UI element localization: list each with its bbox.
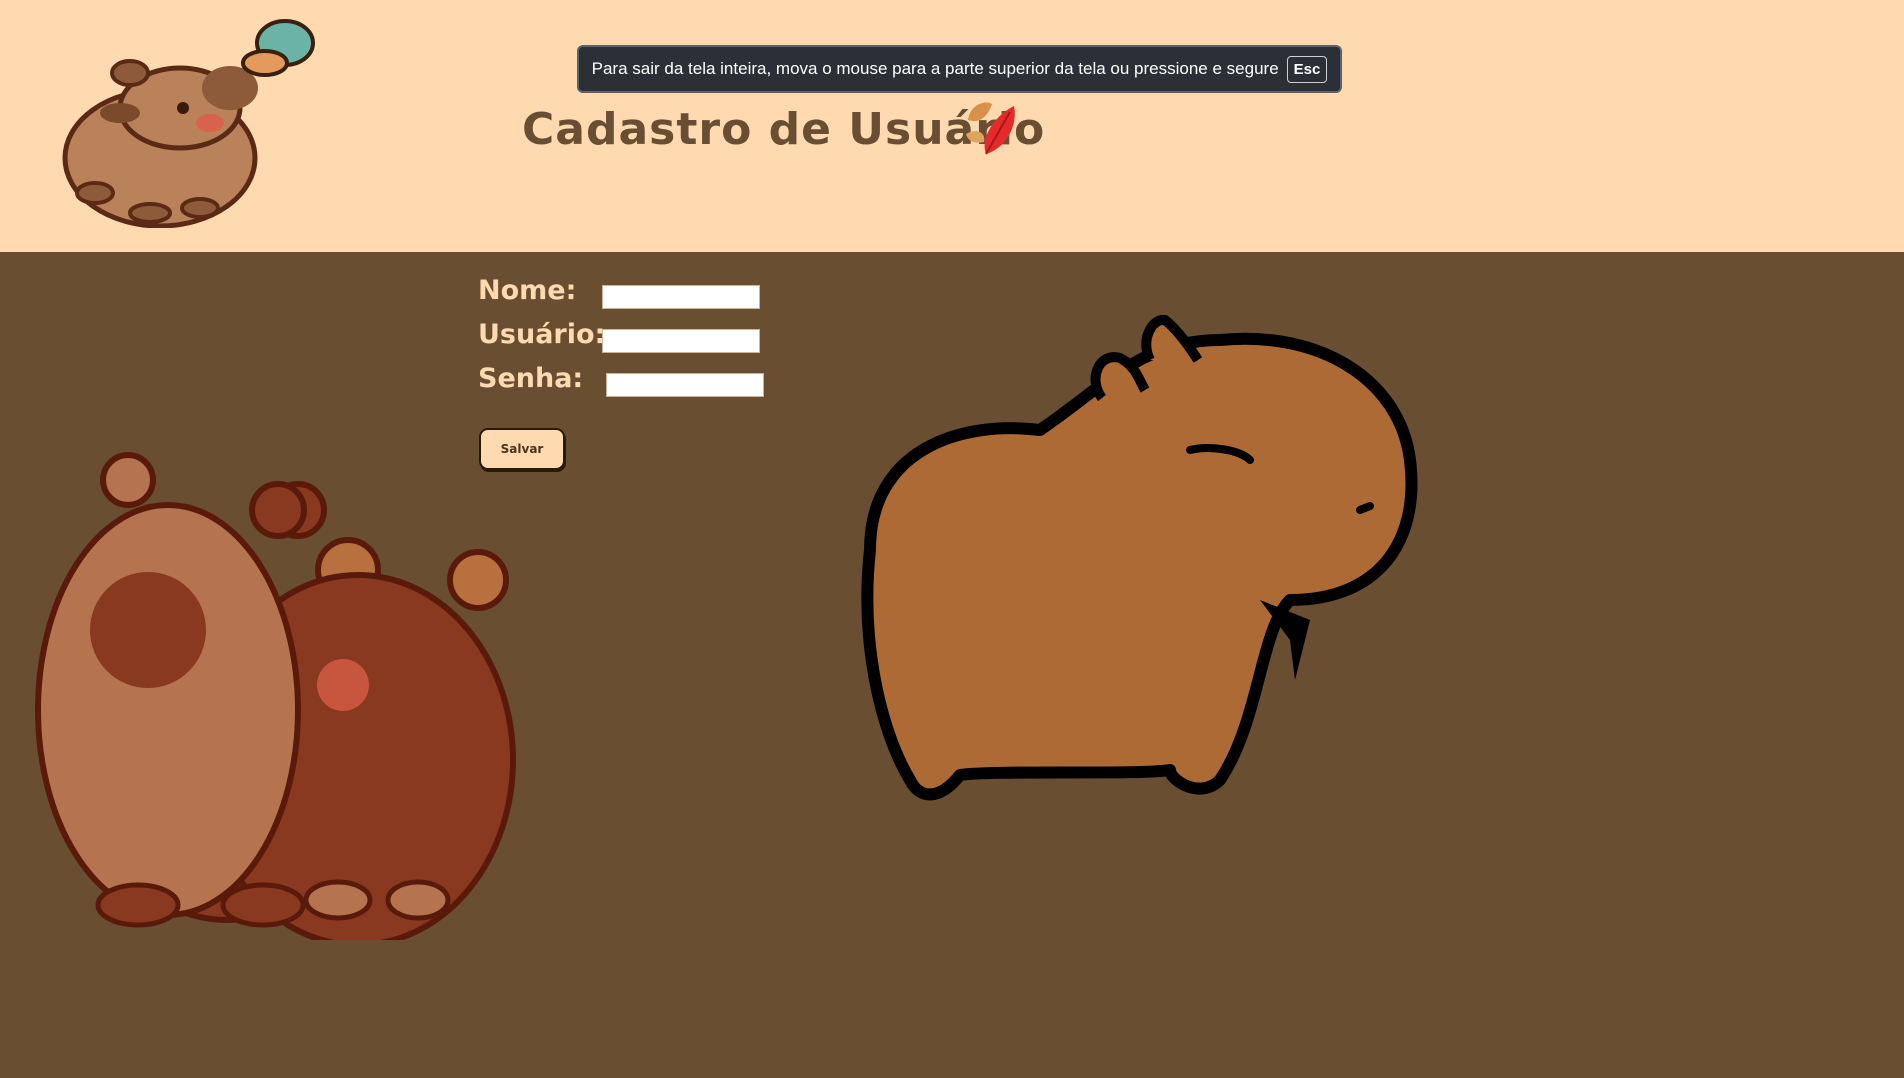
- usuario-label: Usuário:: [478, 319, 606, 350]
- senha-input[interactable]: [606, 373, 764, 397]
- fullscreen-exit-banner: Para sair da tela inteira, mova o mouse …: [577, 45, 1342, 93]
- senha-label: Senha:: [478, 363, 584, 394]
- capybara-couple-illustration: [35, 452, 516, 940]
- nome-input[interactable]: [602, 285, 760, 309]
- fullscreen-message: Para sair da tela inteira, mova o mouse …: [591, 59, 1279, 78]
- capybara-drawing-illustration: [861, 315, 1418, 801]
- nome-label: Nome:: [478, 275, 577, 306]
- esc-key-badge: Esc: [1286, 55, 1328, 83]
- usuario-input[interactable]: [602, 329, 760, 353]
- autumn-leaf-icon: [966, 102, 1015, 155]
- capybara-butterfly-logo-icon: [62, 19, 315, 228]
- header: Cadastro de Usuário Para sair da tela in…: [0, 0, 1904, 252]
